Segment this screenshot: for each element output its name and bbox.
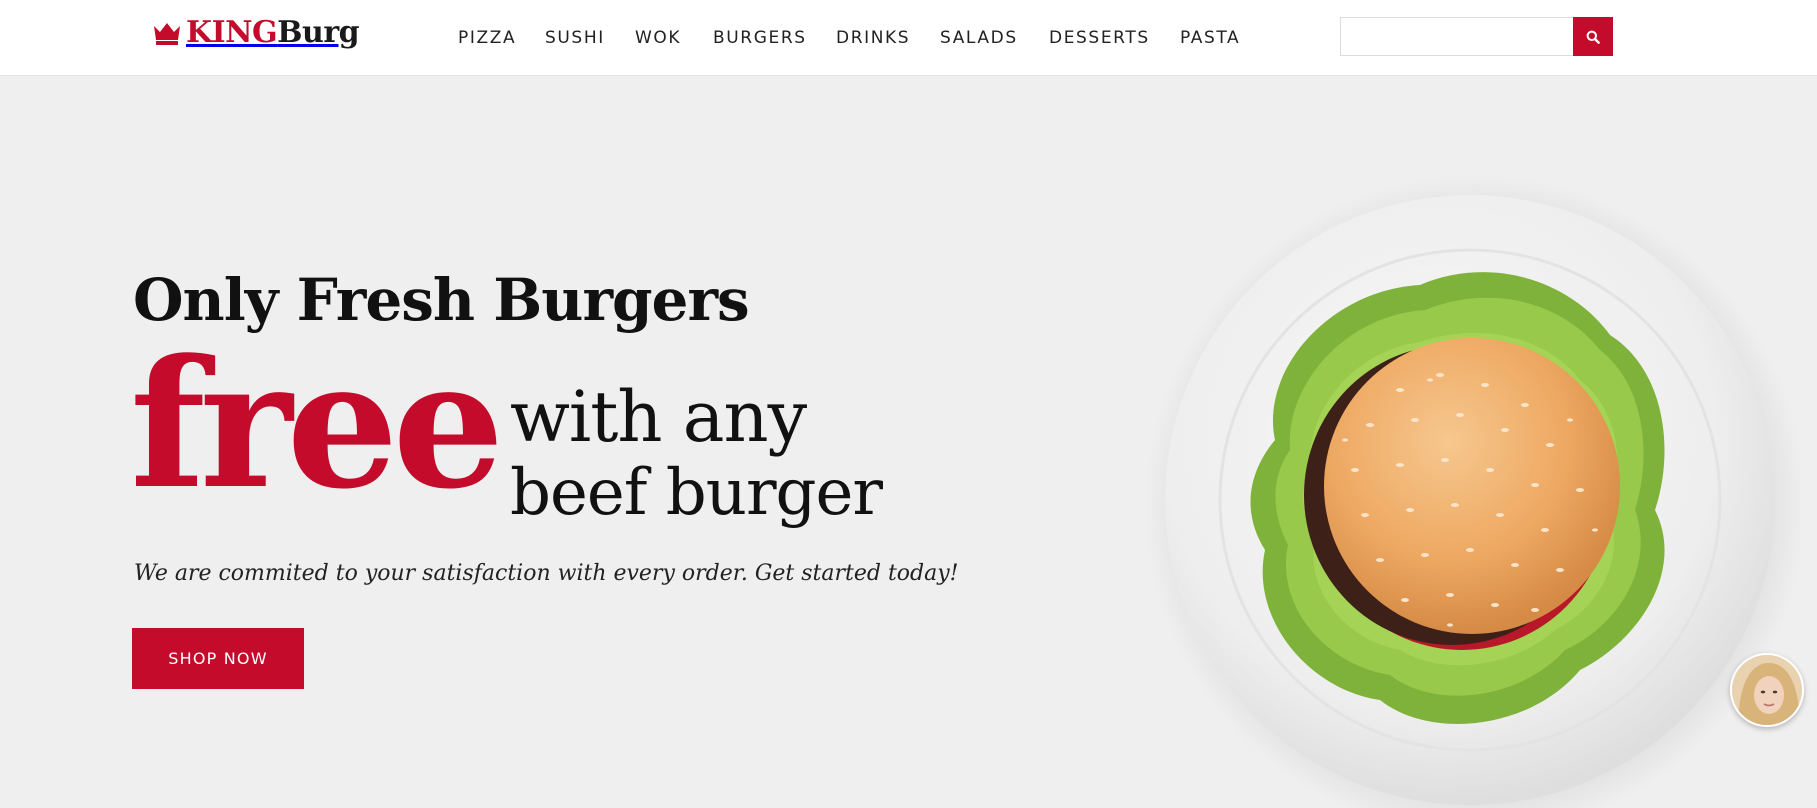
search-form <box>1340 17 1613 56</box>
hero-highlight: free <box>130 321 504 528</box>
nav-item-pasta[interactable]: PASTA <box>1180 26 1240 50</box>
nav-item-wok[interactable]: WOK <box>635 26 681 50</box>
nav-item-salads[interactable]: SALADS <box>940 26 1018 50</box>
nav-item-desserts[interactable]: DESSERTS <box>1049 26 1150 50</box>
hero-tagline: We are commited to your satisfaction wit… <box>134 561 959 586</box>
hero-line-1: with any <box>510 376 807 458</box>
search-icon <box>1586 30 1600 44</box>
hero-line-2: beef burger <box>510 456 883 530</box>
chat-avatar[interactable] <box>1730 653 1804 727</box>
shop-now-button[interactable]: SHOP NOW <box>132 628 304 689</box>
site-header: KING Burg PIZZA SUSHI WOK BURGERS DRINKS … <box>0 0 1817 76</box>
nav-item-burgers[interactable]: BURGERS <box>713 26 807 50</box>
nav-item-pizza[interactable]: PIZZA <box>458 26 516 50</box>
nav-item-drinks[interactable]: DRINKS <box>836 26 910 50</box>
search-button[interactable] <box>1573 17 1613 56</box>
search-input[interactable] <box>1340 17 1573 56</box>
burger-plate-image <box>1100 170 1805 808</box>
nav-item-sushi[interactable]: SUSHI <box>545 26 605 50</box>
